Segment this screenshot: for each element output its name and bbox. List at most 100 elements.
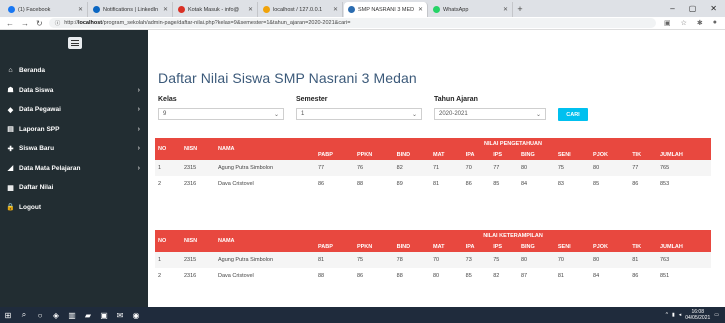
subject-header: PPKN (353, 149, 394, 160)
close-window-icon[interactable]: ✕ (710, 4, 717, 13)
table-cell: 80 (518, 252, 555, 268)
tab-label: Notifications | LinkedIn (103, 6, 159, 13)
window-controls: – ▢ ✕ (670, 0, 725, 17)
status-strip (148, 298, 725, 307)
mail-icon[interactable]: ✉ (112, 311, 128, 320)
forward-icon[interactable]: → (21, 19, 29, 28)
browser-tab[interactable]: WhatsApp ✕ (429, 2, 513, 17)
user-plus-icon: ✚ (7, 145, 14, 153)
url-field[interactable]: ⓘ http://localhost/program_sekolah/admin… (48, 18, 656, 28)
table-cell: 763 (656, 252, 711, 268)
extensions-puzzle-icon[interactable]: ✱ (697, 19, 703, 27)
table-cell: 84 (593, 273, 600, 279)
bookmark-star-icon[interactable]: ☆ (681, 19, 687, 27)
table-cell: 2 (158, 273, 162, 279)
sidebar-item-data-mata-pelajaran[interactable]: ◢ Data Mata Pelajaran › (0, 159, 148, 179)
cari-button[interactable]: CARI (558, 108, 588, 121)
table-cell: 82 (393, 160, 430, 176)
cortana-icon[interactable]: ○ (32, 311, 48, 320)
browser-tab[interactable]: localhost / 127.0.0.1 ✕ (259, 2, 343, 17)
browser-tab[interactable]: Notifications | LinkedIn ✕ (89, 2, 173, 17)
subject-header: JUMLAH (656, 149, 711, 160)
tab-favicon-icon (8, 6, 15, 13)
table-cell: 80 (590, 252, 630, 268)
tab-close-icon[interactable]: ✕ (418, 6, 423, 13)
chrome-icon[interactable]: ◉ (128, 311, 144, 320)
tab-close-icon[interactable]: ✕ (333, 6, 338, 13)
subject-header: BING (518, 149, 555, 160)
sidebar-item-daftar-nilai[interactable]: ▦ Daftar Nilai (0, 178, 148, 198)
table-cell: 73 (462, 252, 491, 268)
kelas-select[interactable]: 9 ⌄ (158, 108, 284, 120)
maximize-icon[interactable]: ▢ (689, 4, 697, 13)
browser-tab[interactable]: Kotak Masuk - info@ ✕ (174, 2, 258, 17)
network-icon[interactable]: ▮ (672, 312, 675, 318)
table-cell: 88 (318, 273, 325, 279)
subject-header: IPA (462, 241, 491, 252)
tahun-ajaran-select[interactable]: 2020-2021 ⌄ (434, 108, 546, 120)
subject-header: PJOK (590, 149, 630, 160)
table-cell: 80 (432, 273, 440, 279)
search-icon[interactable]: ⌕ (16, 310, 32, 320)
sidebar-item-data-siswa[interactable]: ☗ Data Siswa › (0, 81, 148, 101)
tag-icon: ◆ (7, 106, 14, 114)
subject-header: MAT (429, 149, 463, 160)
tahun-ajaran-value: 2020-2021 (439, 111, 468, 117)
subject-header: PJOK (590, 241, 630, 252)
clock[interactable]: 16:08 04/05/2021 (685, 309, 710, 321)
table-row: 1 2315 Agung Putra Simbolon 77 76 82 71 70 77 80 7… (155, 160, 711, 176)
browser-tab[interactable]: (1) Facebook ✕ (4, 2, 88, 17)
nilai-keterampilan-table: NO NISN NAMA NILAI KETERAMPILAN PABP PPKN BIND… (155, 230, 711, 284)
sidebar-item-beranda[interactable]: ⌂ Beranda (0, 61, 148, 81)
subject-header: JUMLAH (656, 241, 711, 252)
column-header: NISN (181, 138, 215, 160)
sidebar-item-laporan-spp[interactable]: ▤ Laporan SPP › (0, 120, 148, 140)
sidebar-item-logout[interactable]: 🔒 Logout (0, 198, 148, 218)
reload-icon[interactable]: ↻ (36, 19, 43, 28)
tab-close-icon[interactable]: ✕ (78, 6, 83, 13)
extension-icon[interactable]: ▣ (664, 19, 671, 27)
table-cell: 86 (632, 273, 639, 279)
home-icon: ⌂ (8, 67, 13, 75)
chevron-right-icon: › (137, 164, 140, 172)
table-cell: 86 (356, 273, 364, 279)
tab-favicon-icon (348, 6, 355, 13)
subject-header: PABP (315, 241, 354, 252)
new-tab-icon[interactable]: + (514, 2, 526, 17)
tab-close-icon[interactable]: ✕ (503, 6, 508, 13)
profile-icon[interactable]: ● (713, 19, 717, 27)
hamburger-menu-icon[interactable] (68, 37, 82, 49)
chevron-down-icon: ⌄ (273, 111, 279, 118)
tab-close-icon[interactable]: ✕ (248, 6, 253, 13)
nilai-pengetahuan-table: NO NISN NAMA NILAI PENGETAHUAN PABP PPKN BIND M… (155, 138, 711, 192)
store-icon[interactable]: ▣ (96, 311, 112, 320)
notifications-icon[interactable]: ▭ (714, 312, 719, 318)
sidebar-item-siswa-baru[interactable]: ✚ Siswa Baru › (0, 139, 148, 159)
folder-icon[interactable]: ▰ (80, 311, 96, 320)
table-cell: 77 (629, 160, 657, 176)
semester-select[interactable]: 1 ⌄ (296, 108, 422, 120)
windows-start-icon[interactable]: ⊞ (0, 311, 16, 320)
table-cell: 851 (659, 273, 670, 279)
table-cell: 80 (590, 160, 630, 176)
pinned-app-icon[interactable]: ◈ (48, 311, 64, 320)
address-bar-row: ← → ↻ ⓘ http://localhost/program_sekolah… (0, 17, 725, 30)
tray-expand-icon[interactable]: ^ (666, 312, 668, 318)
minimize-icon[interactable]: – (670, 4, 674, 13)
column-header: NAMA (215, 138, 315, 160)
task-view-icon[interactable]: ▥ (64, 311, 80, 320)
info-icon[interactable]: ⓘ (55, 19, 61, 27)
table-cell: 70 (429, 252, 463, 268)
chevron-right-icon: › (137, 86, 140, 94)
table-cell: Agung Putra Simbolon (215, 252, 315, 268)
sidebar-item-label: Logout (19, 203, 42, 211)
volume-icon[interactable]: ◂ (679, 312, 682, 318)
back-icon[interactable]: ← (6, 19, 14, 28)
tab-label: Kotak Masuk - info@ (188, 6, 240, 13)
chevron-right-icon: › (137, 125, 140, 133)
sidebar-item-data-pegawai[interactable]: ◆ Data Pegawai › (0, 100, 148, 120)
table-cell: 70 (554, 252, 591, 268)
tab-close-icon[interactable]: ✕ (163, 6, 168, 13)
browser-tab[interactable]: SMP NASRANI 3 MED ✕ (344, 2, 428, 17)
sidebar-item-label: Data Pegawai (19, 106, 61, 114)
